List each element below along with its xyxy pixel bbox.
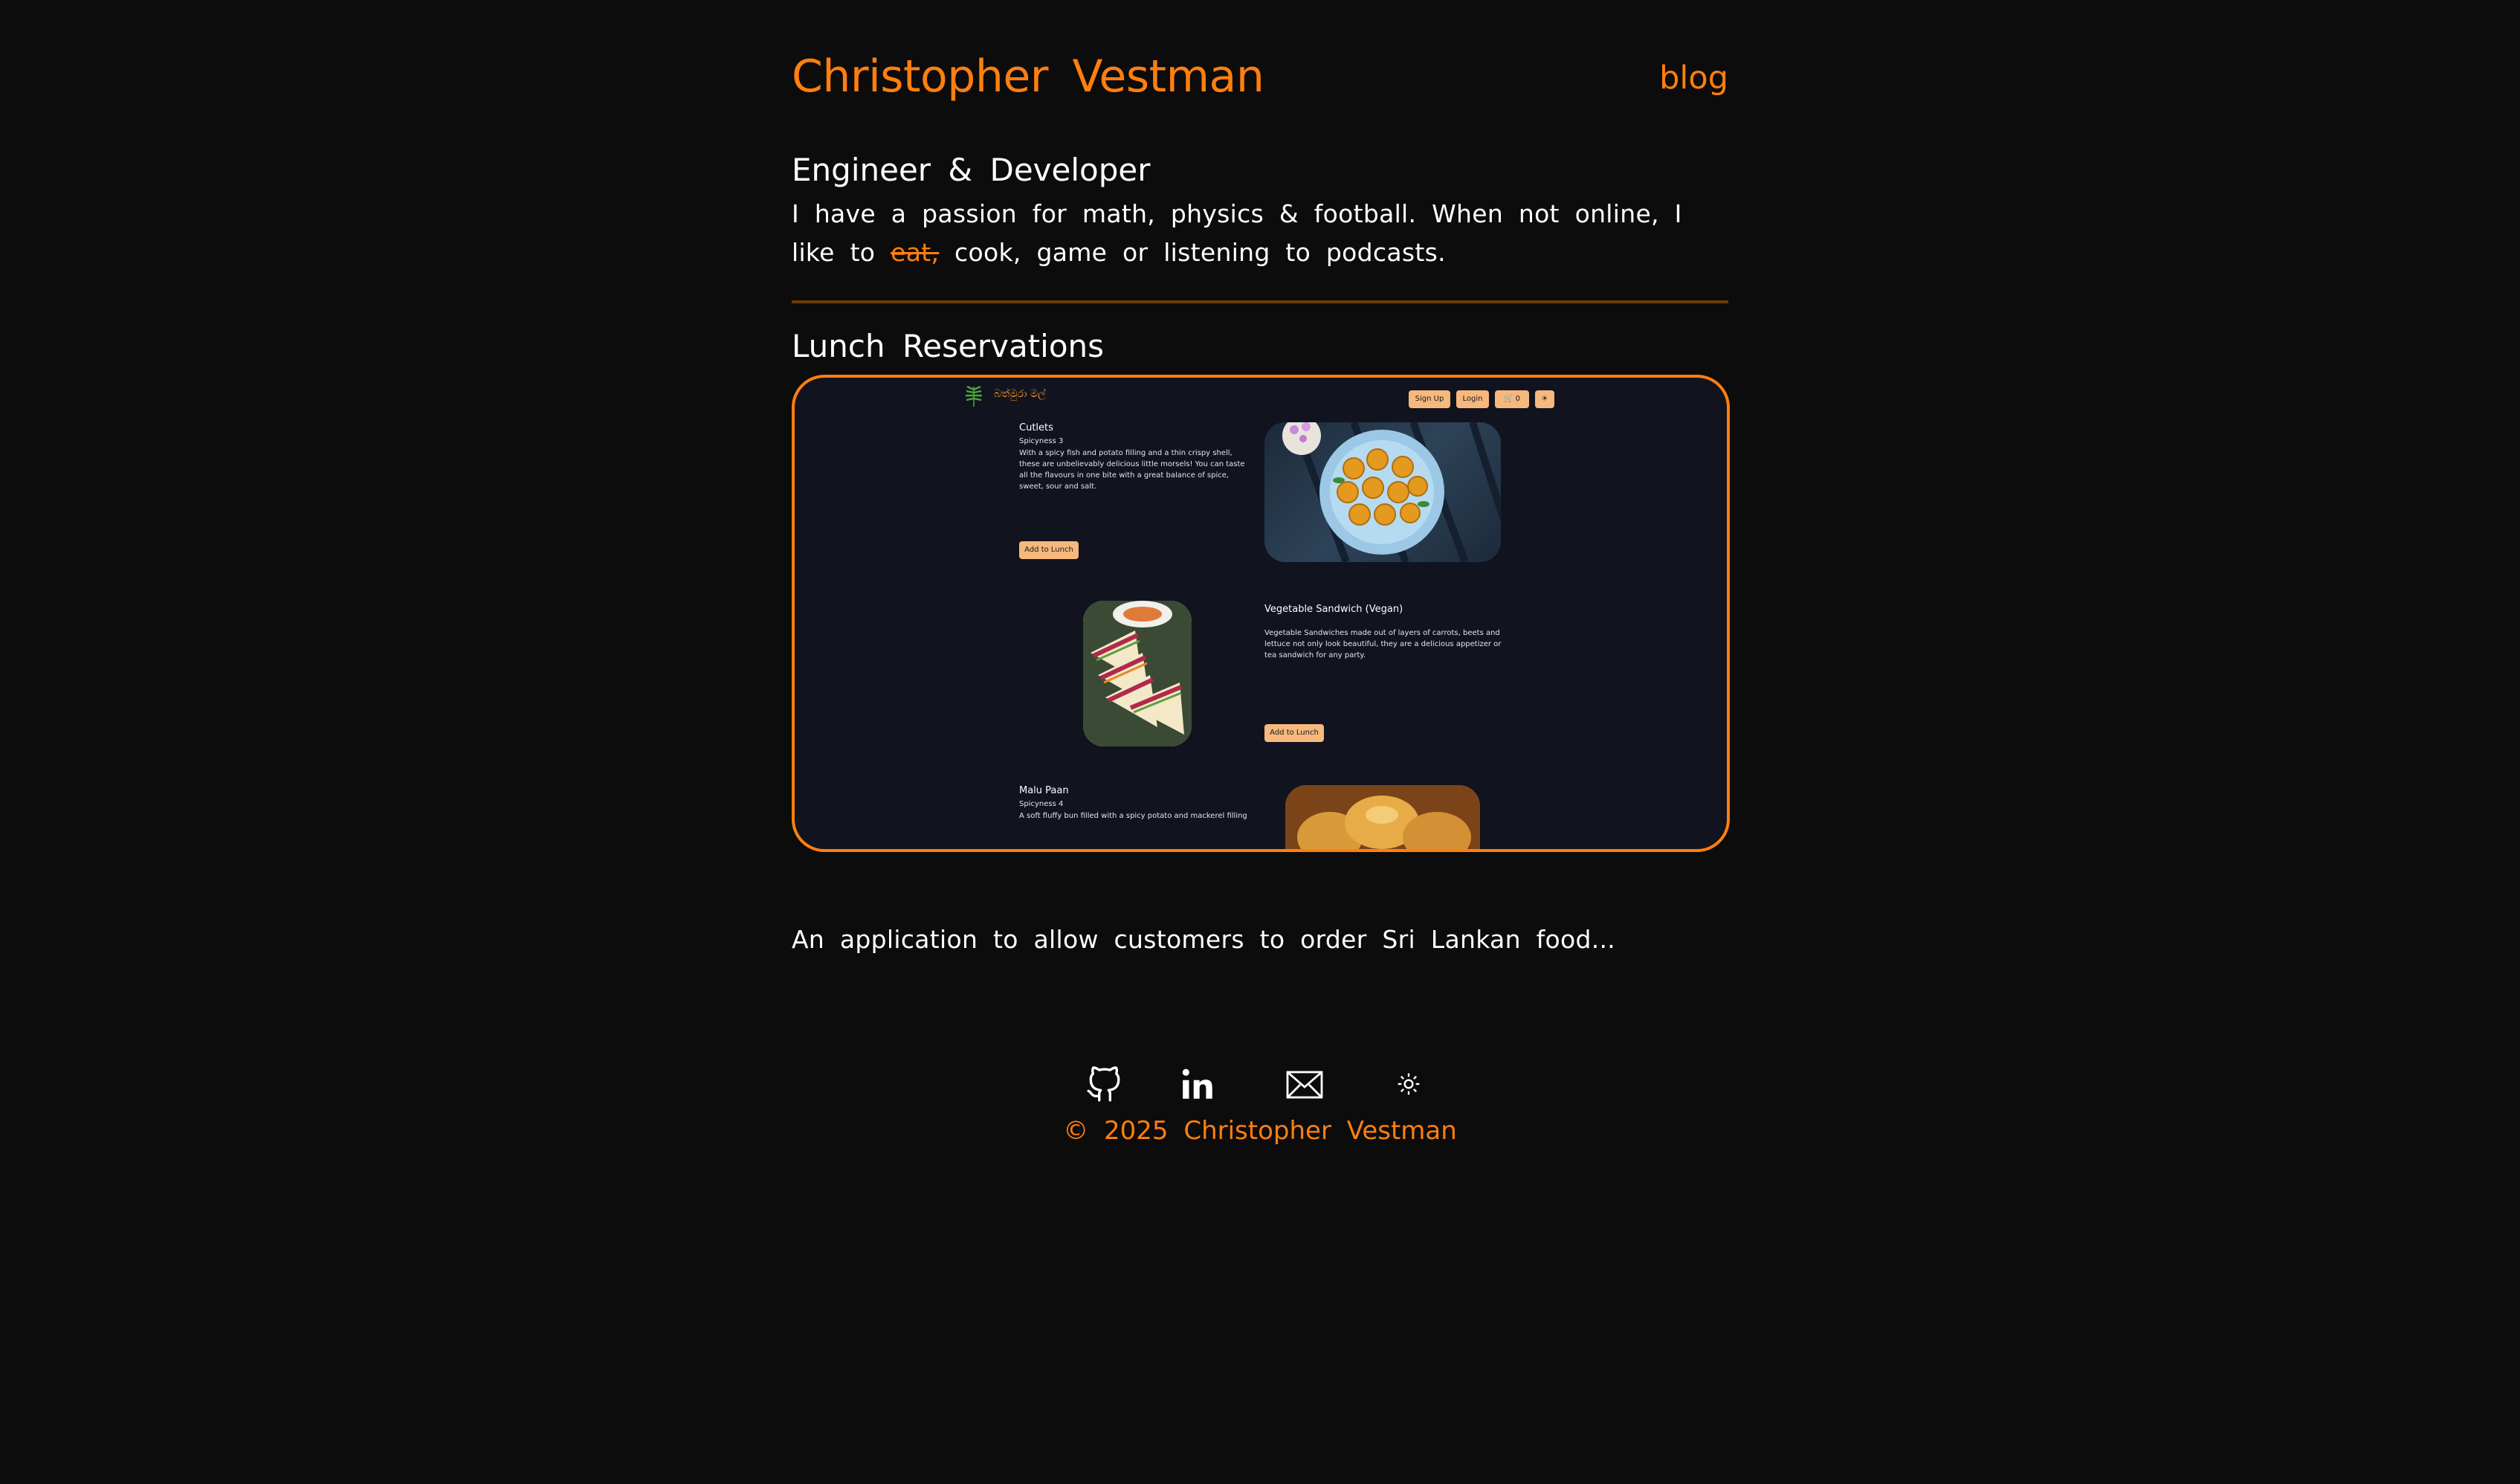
mail-icon[interactable] — [1285, 1068, 1324, 1102]
nav-blog-link[interactable]: blog — [1659, 59, 1728, 97]
cart-icon: 🛒 — [1503, 395, 1513, 403]
bio-text-after: cook, game or listening to podcasts. — [939, 238, 1446, 267]
bio-struck-word: eat, — [891, 238, 940, 267]
preview-dish-spice: Spicyness 4 — [1019, 800, 1064, 808]
intro-heading: Engineer & Developer — [792, 152, 1151, 188]
cutlets-photo — [1264, 422, 1501, 562]
preview-dish-description: With a spicy fish and potato filling and… — [1019, 449, 1245, 491]
fern-logo-icon — [966, 385, 982, 407]
sandwich-image — [1083, 601, 1192, 746]
cutlets-plate-image — [1282, 422, 1501, 562]
preview-login-button: Login — [1456, 390, 1489, 408]
project-description: An application to allow customers to ord… — [792, 925, 1616, 954]
section-divider — [792, 300, 1728, 303]
preview-dish-title: Vegetable Sandwich (Vegan) — [1264, 604, 1403, 615]
linkedin-icon[interactable] — [1180, 1066, 1217, 1103]
preview-cart-button: 🛒 0 — [1495, 390, 1529, 408]
preview-dish-title: Cutlets — [1019, 422, 1053, 433]
malu-paan-photo — [1285, 785, 1480, 849]
site-title[interactable]: Christopher Vestman — [792, 51, 1264, 103]
preview-logo-text: බත්මුරා මල් — [994, 388, 1046, 400]
preview-add-to-lunch-button: Add to Lunch — [1264, 724, 1324, 742]
footer-copyright: © 2025 Christopher Vestman — [1063, 1116, 1457, 1146]
github-icon[interactable] — [1085, 1066, 1122, 1103]
preview-dish-description: Vegetable Sandwiches made out of layers … — [1264, 629, 1502, 659]
header: Christopher Vestman blog — [792, 51, 1728, 117]
project-title[interactable]: Lunch Reservations — [792, 328, 1104, 364]
malu-paan-image — [1285, 785, 1480, 849]
intro-bio: I have a passion for math, physics & foo… — [792, 195, 1728, 272]
project-preview-image[interactable]: බත්මුරා මල් Sign Up Login 🛒 0 ☀ Cutlets … — [792, 375, 1730, 852]
preview-add-to-lunch-button: Add to Lunch — [1019, 541, 1079, 559]
sandwich-photo — [1083, 601, 1192, 746]
preview-dish-spice: Spicyness 3 — [1019, 437, 1064, 445]
preview-dish-title: Malu Paan — [1019, 785, 1069, 796]
preview-cart-count: 0 — [1515, 395, 1520, 403]
theme-toggle-icon[interactable] — [1397, 1072, 1421, 1096]
preview-dish-description: A soft fluffy bun filled with a spicy po… — [1019, 812, 1247, 820]
preview-signup-button: Sign Up — [1409, 390, 1450, 408]
preview-theme-button: ☀ — [1535, 390, 1554, 408]
